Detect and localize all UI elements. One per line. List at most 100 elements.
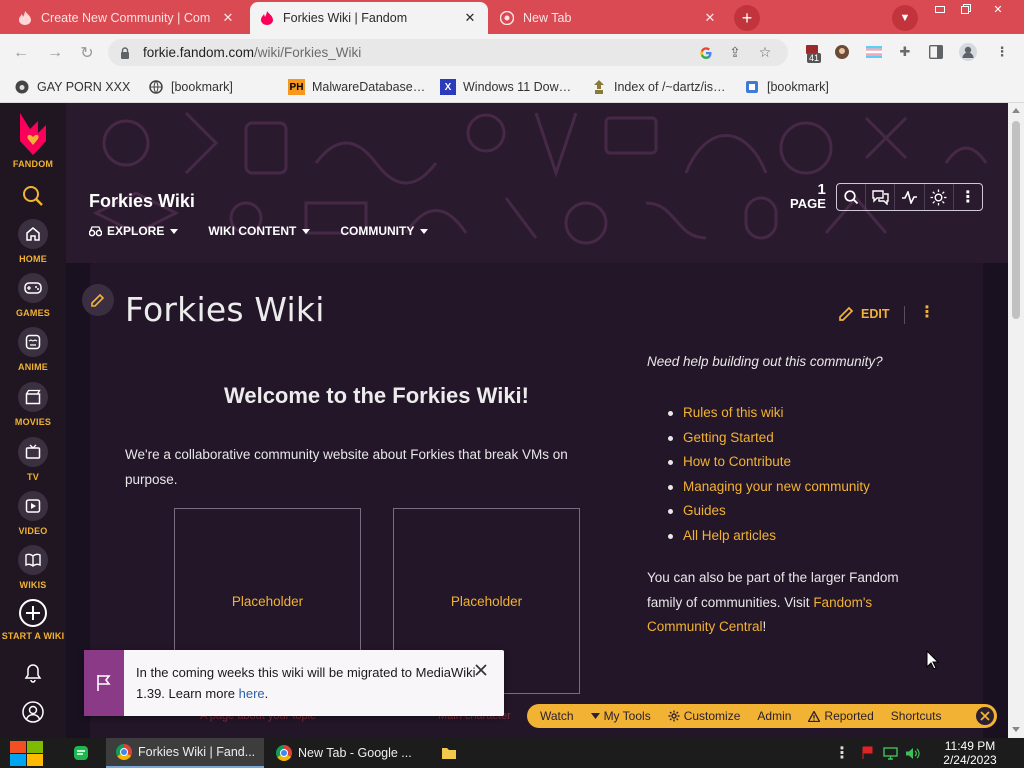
toolbar-watch[interactable]: Watch [540,709,574,723]
tab-search-button[interactable]: ▼ [892,5,918,31]
pride-extension-icon[interactable] [864,42,884,62]
extensions-puzzle-icon[interactable]: ✚ [895,42,915,62]
rail-item-tv[interactable]: TV [0,437,66,482]
page-count: 1 PAGE [790,181,826,211]
help-link[interactable]: Getting Started [666,426,870,451]
scrollbar-thumb[interactable] [1012,121,1020,319]
minimize-button[interactable] [926,0,954,18]
rail-item-anime[interactable]: ANIME [0,327,66,372]
restore-button[interactable] [952,0,980,18]
rail-search[interactable] [0,185,66,207]
community-name[interactable]: Forkies Wiki [89,191,195,212]
search-icon [23,186,43,206]
x-logo-icon: X [440,79,456,95]
discussions-button[interactable] [865,184,894,210]
new-tab-button[interactable]: + [734,5,760,31]
toolbar-admin[interactable]: Admin [757,709,791,723]
fandom-global-nav: FANDOM HOME GAMES ANIME MOVIES TV VIDEO … [0,103,66,738]
rail-item-home[interactable]: HOME [0,219,66,264]
rail-item-wikis[interactable]: WIKIS [0,545,66,590]
rail-item-games[interactable]: GAMES [0,273,66,318]
network-icon[interactable] [880,738,900,768]
help-link[interactable]: How to Contribute [666,450,870,475]
tab-new-tab[interactable]: New Tab ✕ [490,2,728,34]
page-actions-more-icon[interactable]: ⋮ [919,305,935,321]
page-scrollbar[interactable] [1008,103,1024,738]
taskbar-window-label: New Tab - Google ... [298,746,412,760]
rail-item-start-a-wiki[interactable]: START A WIKI [0,598,66,641]
avatar-extension-icon[interactable] [832,42,852,62]
user-menu[interactable] [0,701,66,723]
share-icon[interactable]: ⇪ [724,39,746,66]
taskbar-window-forkies[interactable]: Forkies Wiki | Fand... [106,738,264,768]
nav-wiki-content[interactable]: WIKI CONTENT [208,224,311,238]
tab-close-icon[interactable]: ✕ [702,10,718,26]
nav-community[interactable]: COMMUNITY [340,224,429,238]
bookmark-star-icon[interactable]: ☆ [754,39,776,66]
tab-close-icon[interactable]: ✕ [462,10,478,26]
side-panel-icon[interactable] [926,42,946,62]
toolbar-reported[interactable]: Reported [808,709,874,723]
close-icon[interactable] [976,707,994,725]
profile-avatar-icon[interactable] [958,42,978,62]
help-link[interactable]: Rules of this wiki [666,401,870,426]
mouse-cursor-icon [926,650,940,670]
toolbar-my-tools[interactable]: My Tools [590,709,651,723]
bookmark-item[interactable]: [bookmark] [744,77,829,97]
scroll-up-icon[interactable] [1012,108,1020,113]
edit-pencil-button[interactable] [82,284,114,316]
nav-label: EXPLORE [107,224,165,238]
placeholder-link[interactable]: Placeholder [232,594,303,609]
toolbar-shortcuts[interactable]: Shortcuts [891,709,942,723]
chat-app-icon[interactable] [70,738,92,768]
wiki-search-button[interactable] [837,184,865,210]
tray-overflow-icon[interactable]: ⋮ [832,738,852,768]
bookmark-item[interactable]: X Windows 11 Dow… [440,77,571,97]
taskbar-window-new-tab[interactable]: New Tab - Google ... [266,738,424,768]
rail-item-movies[interactable]: MOVIES [0,382,66,427]
close-icon[interactable] [473,662,489,678]
rail-label: START A WIKI [1,631,65,641]
pencil-icon [839,306,854,321]
windows-start-icon[interactable] [10,741,43,767]
browser-menu-icon[interactable]: ⋮ [992,42,1012,62]
scroll-down-icon[interactable] [1012,727,1020,732]
placeholder-link[interactable]: Placeholder [451,594,522,609]
fandom-logo[interactable]: FANDOM [0,111,66,169]
bookmark-item[interactable]: GAY PORN XXX [14,77,130,97]
extension-badge-icon[interactable]: 41 [802,42,822,63]
back-icon[interactable]: ← [10,42,32,64]
tab-create-community[interactable]: Create New Community | Com ✕ [8,2,246,34]
help-link[interactable]: Managing your new community [666,475,870,500]
gamepad-icon [18,273,48,303]
toolbar-label: My Tools [603,709,651,723]
system-clock[interactable]: 11:49 PM 2/24/2023 [928,739,1012,767]
rail-item-video[interactable]: VIDEO [0,491,66,536]
forward-icon[interactable]: → [44,42,66,64]
tab-forkies-wiki[interactable]: Forkies Wiki | Fandom ✕ [250,2,488,34]
bookmark-item[interactable]: [bookmark] [148,77,233,97]
flag-tray-icon[interactable] [858,738,878,768]
reload-icon[interactable]: ↻ [76,42,98,64]
recent-changes-button[interactable] [894,184,923,210]
bookmark-item[interactable]: PH MalwareDatabase… [288,77,425,97]
close-window-button[interactable]: ✕ [984,0,1012,18]
bookmark-item[interactable]: Index of /~dartz/is… [591,77,726,97]
user-avatar-icon [22,701,44,723]
tab-close-icon[interactable]: ✕ [220,10,236,26]
edit-button[interactable]: EDIT [838,305,889,322]
theme-toggle-button[interactable] [923,184,953,210]
more-options-icon[interactable]: ⋮ [952,184,982,210]
nav-explore[interactable]: EXPLORE [89,224,179,238]
address-bar[interactable]: forkie.fandom.com/wiki/Forkies_Wiki ⇪ ☆ [108,39,788,66]
file-explorer-icon[interactable] [438,738,460,768]
toolbar-customize[interactable]: Customize [668,709,740,723]
help-link[interactable]: Guides [666,499,870,524]
notifications[interactable] [0,663,66,683]
help-link[interactable]: All Help articles [666,524,870,549]
google-lens-icon[interactable] [695,39,717,66]
tab-title: Forkies Wiki | Fandom [283,11,408,25]
notice-learn-more-link[interactable]: here [239,686,265,701]
volume-icon[interactable] [902,738,922,768]
fandom-logo-icon [20,113,46,155]
